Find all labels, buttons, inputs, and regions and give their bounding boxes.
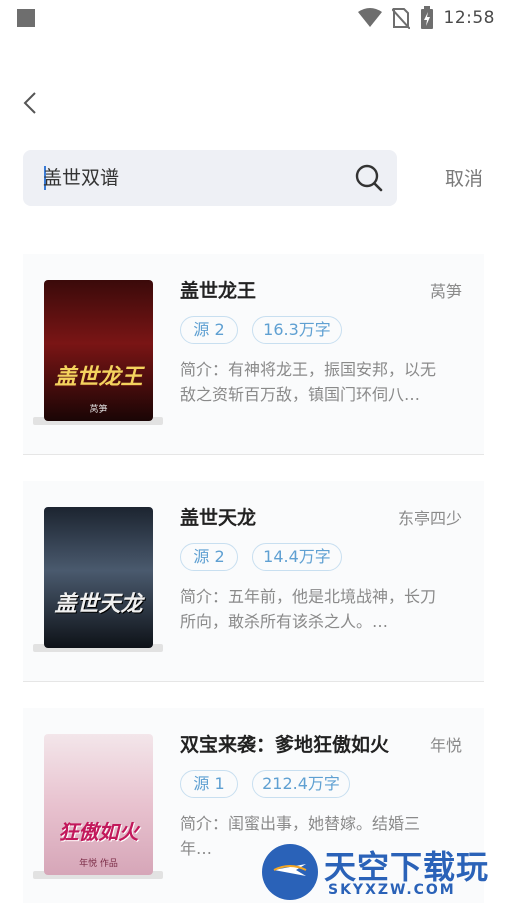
book-title[interactable]: 盖世天龙 — [180, 503, 256, 530]
book-cover[interactable]: 盖世天龙 — [44, 507, 153, 648]
book-description: 简介：五年前，他是北境战神，长刀所向，敢杀所有该杀之人。… — [180, 587, 437, 631]
book-cover[interactable]: 盖世龙王 莴笋 — [44, 280, 153, 421]
search-query[interactable]: 盖世双谱 — [43, 150, 119, 206]
book-item[interactable]: 盖世天龙 盖世天龙 东亭四少 源 2 14.4万字 简介：五年前，他是北境战神，… — [23, 481, 484, 681]
status-time: 12:58 — [443, 8, 495, 28]
source-badge: 源 2 — [180, 543, 238, 571]
cancel-button[interactable]: 取消 — [445, 164, 483, 191]
word-count-badge: 212.4万字 — [252, 770, 350, 798]
status-bar: 12:58 — [0, 0, 507, 36]
cover-title: 盖世天龙 — [54, 592, 143, 617]
search-input[interactable]: 盖世双谱 — [23, 150, 397, 206]
status-icons: 12:58 — [357, 6, 496, 30]
chevron-left-icon[interactable] — [16, 88, 46, 118]
book-author: 东亭四少 — [397, 509, 462, 528]
divider — [23, 454, 484, 455]
book-author: 年悦 — [429, 736, 462, 755]
book-description: 简介：有神将龙王，振国安邦，以无敌之资斩百万敌，镇国门环伺八… — [180, 360, 437, 404]
book-cover[interactable]: 狂傲如火 年悦 作品 — [44, 734, 153, 875]
source-badge: 源 1 — [180, 770, 238, 798]
plane-icon — [273, 864, 307, 876]
wifi-icon — [357, 8, 382, 27]
divider — [23, 681, 484, 682]
book-item[interactable]: 盖世龙王 莴笋 盖世龙王 莴笋 源 2 16.3万字 简介：有神将龙王，振国安邦… — [23, 254, 484, 454]
battery-charging-icon — [420, 6, 433, 29]
cover-author: 莴笋 — [89, 405, 108, 415]
book-title[interactable]: 盖世龙王 — [180, 276, 256, 303]
cover-title: 狂傲如火 — [58, 820, 139, 844]
cover-author: 年悦 作品 — [79, 859, 118, 869]
no-sim-icon — [391, 8, 410, 29]
word-count-badge: 14.4万字 — [252, 543, 342, 571]
source-badge: 源 2 — [180, 316, 238, 344]
notification-square-icon — [17, 9, 35, 27]
watermark-logo: 天空下载玩 SKYXZW.COM — [262, 838, 507, 903]
word-count-badge: 16.3万字 — [252, 316, 342, 344]
book-title[interactable]: 双宝来袭：爹地狂傲如火 — [180, 730, 389, 757]
cover-title: 盖世龙王 — [54, 365, 143, 390]
search-icon[interactable] — [354, 163, 384, 193]
watermark-en: SKYXZW.COM — [328, 882, 456, 898]
book-author: 莴笋 — [429, 282, 462, 301]
